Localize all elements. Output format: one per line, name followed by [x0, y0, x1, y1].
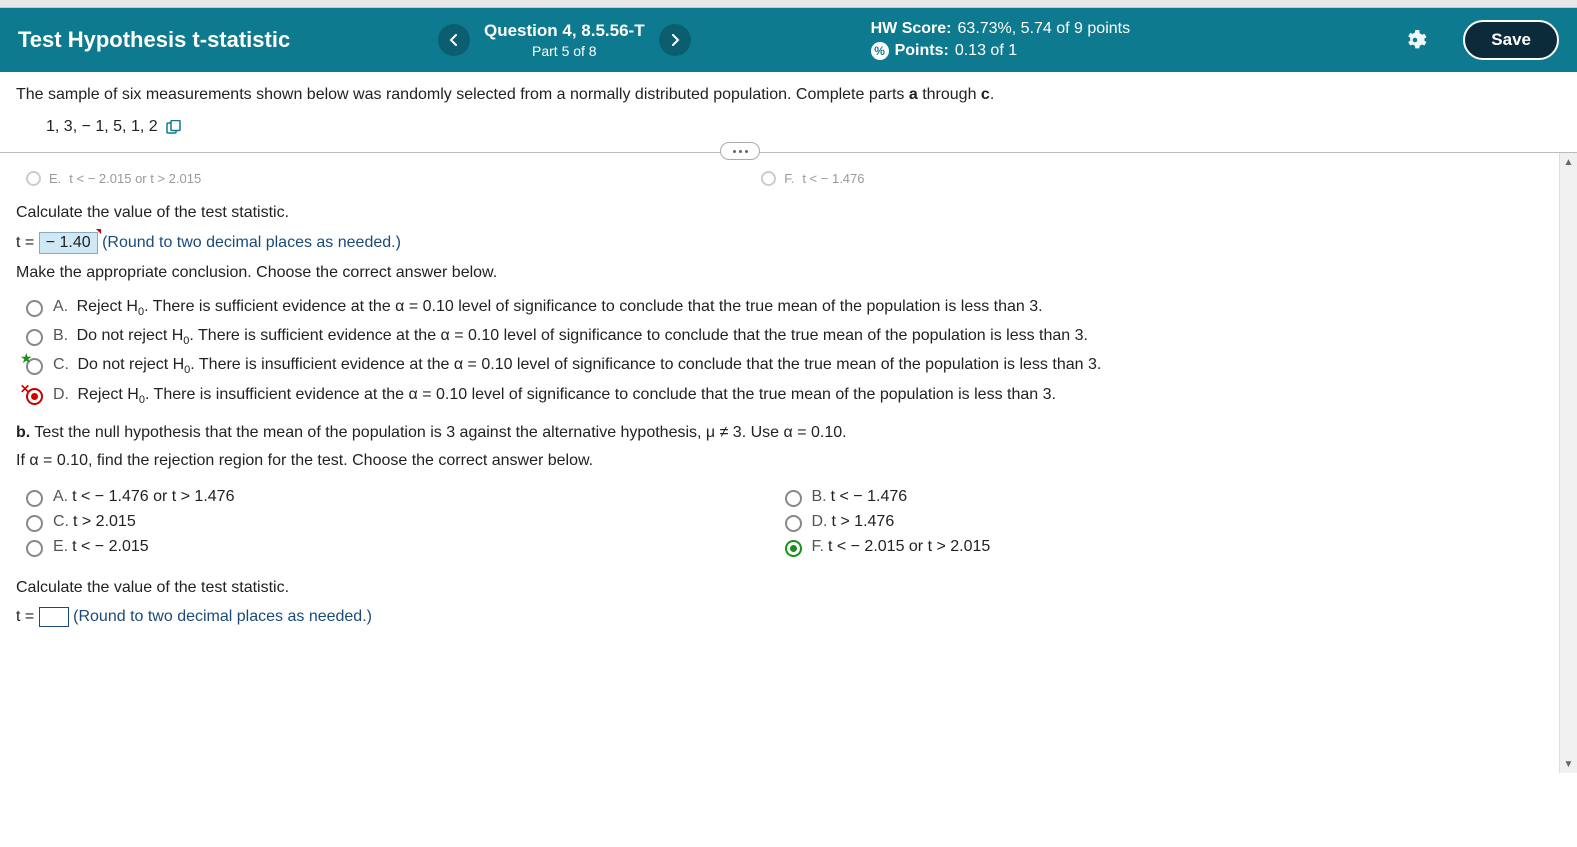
chevron-right-icon — [670, 34, 680, 46]
scroll-up-button[interactable]: ▲ — [1560, 153, 1577, 171]
cutoff-f-letter: F. — [784, 171, 794, 186]
conclude-c-text1: Do not reject H — [77, 356, 184, 373]
radio-conclude-c[interactable]: ★ — [26, 358, 43, 375]
copy-icon — [166, 120, 182, 134]
question-indicator: Question 4, 8.5.56-T Part 5 of 8 — [484, 20, 645, 60]
question-number: Question 4, 8.5.56-T — [484, 20, 645, 42]
conclusion-options: A. Reject H0. There is sufficient eviden… — [26, 298, 1543, 406]
round-hint-1: (Round to two decimal places as needed.) — [102, 234, 401, 251]
part-number: Part 5 of 8 — [484, 42, 645, 60]
problem-text-3: . — [990, 86, 994, 103]
conclude-b-letter: B. — [53, 327, 68, 344]
conclude-a-text1: Reject H — [77, 298, 138, 315]
cutoff-e-letter: E. — [49, 171, 61, 186]
conclude-c-letter: C. — [53, 356, 69, 373]
question-content: E. t < − 2.015 or t > 2.015 F. t < − 1.4… — [0, 153, 1559, 773]
problem-bold-a: a — [909, 86, 918, 103]
conclude-d-letter: D. — [53, 386, 69, 403]
t-input-empty[interactable] — [39, 607, 69, 627]
problem-bold-c: c — [981, 86, 990, 103]
radio-rr-a[interactable] — [26, 490, 43, 507]
rr-f-text: t < − 2.015 or t > 2.015 — [828, 538, 990, 555]
problem-text: The sample of six measurements shown bel… — [16, 86, 994, 103]
radio-cutoff-f[interactable] — [761, 171, 776, 186]
cutoff-f-text: t < − 1.476 — [802, 171, 864, 186]
rr-b-text: t < − 1.476 — [831, 488, 908, 505]
points-label: Points: — [895, 40, 949, 62]
conclude-d-text1: Reject H — [77, 386, 138, 403]
cutoff-e-text: t < − 2.015 or t > 2.015 — [69, 171, 201, 186]
radio-conclude-d[interactable]: ✕ — [26, 388, 43, 405]
conclude-a-text2: . There is sufficient evidence at the α … — [144, 298, 1043, 315]
rr-e-letter: E. — [53, 538, 68, 555]
hw-score-value: 63.73%, 5.74 of 9 points — [958, 18, 1131, 40]
radio-rr-e[interactable] — [26, 540, 43, 557]
radio-rr-d[interactable] — [785, 515, 802, 532]
radio-cutoff-e[interactable] — [26, 171, 41, 186]
header-bar: Test Hypothesis t-statistic Question 4, … — [0, 8, 1577, 72]
vertical-scrollbar[interactable]: ▲ ▼ — [1559, 153, 1577, 773]
scroll-down-button[interactable]: ▼ — [1560, 755, 1577, 773]
round-hint-2: (Round to two decimal places as needed.) — [73, 608, 372, 625]
rr-f-letter: F. — [812, 538, 824, 555]
rr-a-letter: A. — [53, 488, 68, 505]
calc-prompt-1: Calculate the value of the test statisti… — [16, 204, 1543, 222]
cutoff-options-row: E. t < − 2.015 or t > 2.015 F. t < − 1.4… — [26, 171, 1543, 186]
rr-e-text: t < − 2.015 — [72, 538, 149, 555]
rr-c-text: t > 2.015 — [73, 513, 136, 530]
conclude-b-text1: Do not reject H — [77, 327, 184, 344]
rr-b-letter: B. — [812, 488, 827, 505]
wrong-x-icon: ✕ — [20, 382, 30, 396]
problem-text-2: through — [918, 86, 981, 103]
calc-prompt-2: Calculate the value of the test statisti… — [16, 579, 1543, 597]
radio-conclude-b[interactable] — [26, 329, 43, 346]
radio-conclude-a[interactable] — [26, 300, 43, 317]
score-block: HW Score: 63.73%, 5.74 of 9 points % Poi… — [871, 18, 1130, 63]
copy-data-button[interactable] — [166, 120, 182, 134]
expand-problem-button[interactable] — [720, 142, 760, 160]
save-button[interactable]: Save — [1463, 20, 1559, 60]
prev-question-button[interactable] — [438, 24, 470, 56]
radio-rr-c[interactable] — [26, 515, 43, 532]
conclude-b-text2: . There is sufficient evidence at the α … — [189, 327, 1088, 344]
part-b-text: Test the null hypothesis that the mean o… — [34, 424, 846, 441]
conclude-c-text2: . There is insufficient evidence at the … — [190, 356, 1101, 373]
t-label-2: t = — [16, 608, 34, 625]
gear-icon — [1403, 28, 1427, 52]
radio-rr-b[interactable] — [785, 490, 802, 507]
percent-icon: % — [871, 42, 889, 60]
next-question-button[interactable] — [659, 24, 691, 56]
t-input-filled[interactable]: − 1.40 — [39, 232, 98, 254]
assignment-title: Test Hypothesis t-statistic — [18, 27, 438, 53]
rr-d-letter: D. — [812, 513, 828, 530]
part-b-label: b. — [16, 424, 30, 441]
radio-rr-f[interactable] — [785, 540, 802, 557]
chevron-left-icon — [449, 34, 459, 46]
conclude-d-text2: . There is insufficient evidence at the … — [145, 386, 1056, 403]
conclude-a-letter: A. — [53, 298, 68, 315]
rr-a-text: t < − 1.476 or t > 1.476 — [72, 488, 234, 505]
rejection-region-prompt: If α = 0.10, find the rejection region f… — [16, 452, 1543, 470]
hw-score-label: HW Score: — [871, 18, 952, 40]
problem-text-1: The sample of six measurements shown bel… — [16, 86, 909, 103]
conclusion-prompt: Make the appropriate conclusion. Choose … — [16, 264, 1543, 282]
settings-button[interactable] — [1397, 22, 1433, 58]
top-strip — [0, 0, 1577, 8]
rr-c-letter: C. — [53, 513, 69, 530]
rejection-region-options: A.t < − 1.476 or t > 1.476 C.t > 2.015 E… — [26, 482, 1543, 563]
correct-star-icon: ★ — [20, 350, 33, 367]
points-value: 0.13 of 1 — [955, 40, 1017, 62]
problem-statement: The sample of six measurements shown bel… — [0, 72, 1577, 153]
rr-d-text: t > 1.476 — [832, 513, 895, 530]
sample-data: 1, 3, − 1, 5, 1, 2 — [46, 118, 158, 136]
t-label-1: t = — [16, 234, 34, 251]
